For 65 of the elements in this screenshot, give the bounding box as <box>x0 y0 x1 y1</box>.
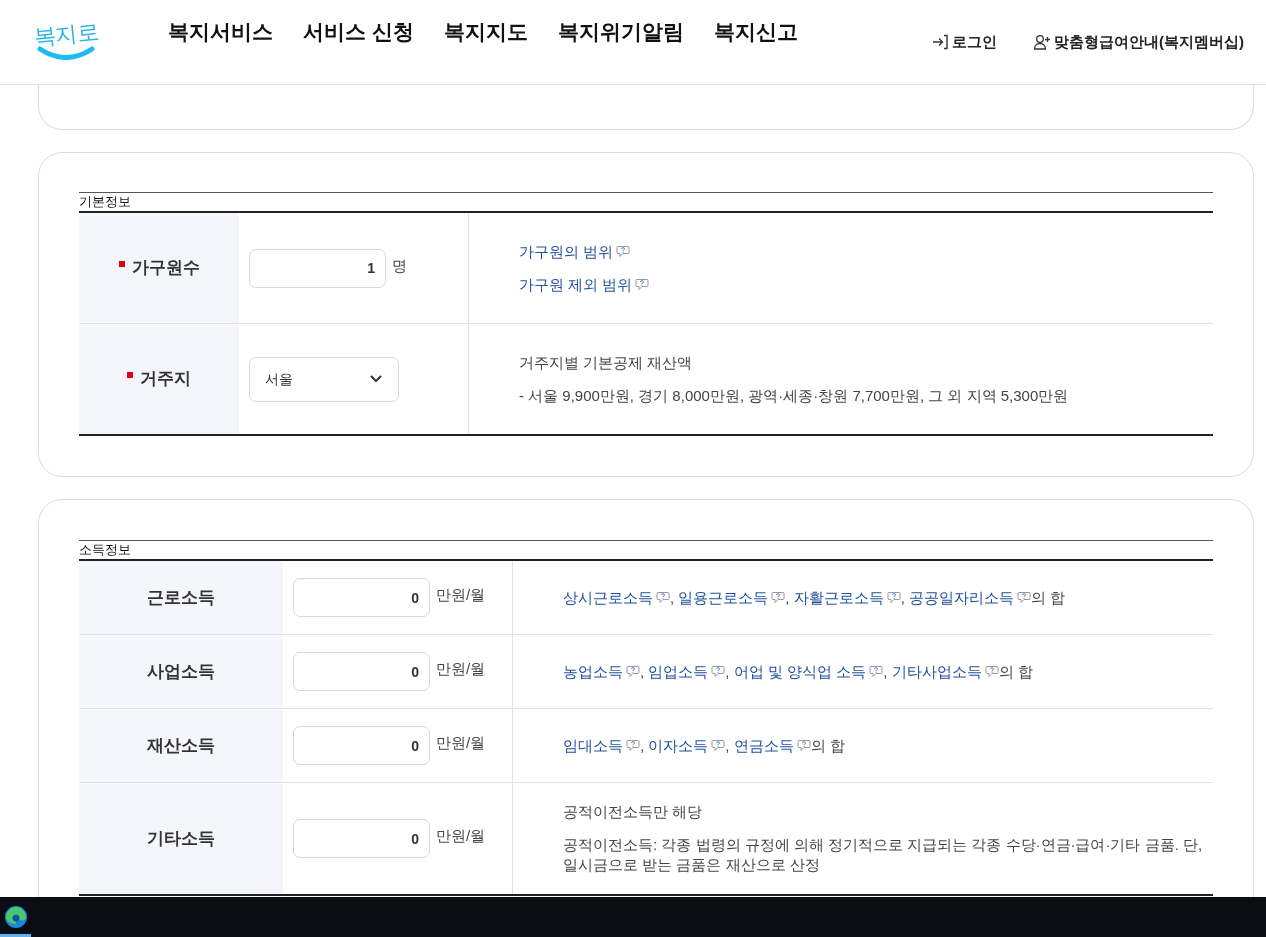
help-icon[interactable] <box>984 664 999 678</box>
help-icon[interactable] <box>1017 590 1032 604</box>
help-link[interactable]: 농업소득 <box>563 662 623 680</box>
help-icon[interactable] <box>771 590 786 604</box>
help-link[interactable]: 공공일자리소득 <box>909 588 1015 606</box>
help-icon[interactable] <box>886 590 901 604</box>
description-text: 상시근로소득 , 일용근로소득 , 자활근로소득 , 공공일자리소득 의 합 <box>563 587 1067 608</box>
nav-link[interactable]: 서비스 신청 <box>303 16 414 48</box>
help-icon[interactable] <box>796 738 811 752</box>
select-field[interactable]: 서울 <box>249 356 399 402</box>
input-field[interactable]: 0 <box>293 578 430 617</box>
nav-link[interactable]: 복지신고 <box>713 16 798 48</box>
help-link[interactable]: 일용근로소득 <box>678 588 769 606</box>
unit-text: 만원/월 <box>436 585 486 606</box>
input-field[interactable]: 1 <box>249 248 386 288</box>
description-text: 공적이전소득: 각종 법령의 규정에 의해 정기적으로 지급되는 각종 수당·연금·급여·기타 금품. 단, 일시금으로 받는 금품은 재산으로 산정 <box>563 836 1204 873</box>
help-icon[interactable] <box>626 738 640 752</box>
nav-link[interactable]: 복지위기알림 <box>557 16 684 48</box>
login-icon <box>931 33 949 51</box>
field-label: 재산소득 <box>147 734 215 757</box>
description-text: 임대소득 , 이자소득 , 연금소득 의 합 <box>563 735 846 756</box>
person-add-icon <box>1033 33 1051 51</box>
help-icon[interactable] <box>635 277 650 291</box>
description-text: 공적이전소득만 해당 <box>563 803 703 820</box>
field-label: 가구원수 <box>131 257 200 280</box>
field-label: 기타소득 <box>147 827 215 850</box>
help-icon[interactable] <box>711 738 726 752</box>
description-text: 농업소득 , 임업소득 , 어업 및 양식업 소득 , 기타사업소득 의 합 <box>563 661 1034 682</box>
section-title: 기본정보 <box>79 192 1213 211</box>
nav-link[interactable]: 복지서비스 <box>168 16 273 48</box>
field-label: 거주지 <box>140 368 191 391</box>
unit-text: 만원/월 <box>436 659 486 680</box>
unit-text: 명 <box>392 255 407 276</box>
field-label: 근로소득 <box>147 586 215 609</box>
nav-link[interactable]: 복지지도 <box>443 16 528 48</box>
active-indicator <box>0 934 31 937</box>
help-icon[interactable] <box>616 244 631 258</box>
description-text: 거주지별 기본공제 재산액 <box>519 353 693 371</box>
input-field[interactable]: 0 <box>293 819 430 858</box>
chevron-down-icon <box>369 374 383 384</box>
help-link[interactable]: 이자소득 <box>648 736 709 754</box>
help-link[interactable]: 상시근로소득 <box>563 588 653 606</box>
header-link[interactable]: 맞춤형급여안내(복지멤버십) <box>1033 30 1244 54</box>
help-icon[interactable] <box>656 590 670 604</box>
help-icon[interactable] <box>626 664 640 678</box>
description-text: - 서울 9,900만원, 경기 8,000만원, 광역·세종·창원 7,700만원, 그 외 지역 5,300만원 <box>519 386 1069 404</box>
help-link[interactable]: 임업소득 <box>648 662 709 680</box>
input-field[interactable]: 0 <box>293 652 430 691</box>
browser-icon[interactable] <box>3 905 28 929</box>
help-icon[interactable] <box>711 664 726 678</box>
help-link[interactable]: 가구원의 범위 <box>519 242 614 260</box>
field-label: 사업소득 <box>147 660 215 683</box>
smile-icon <box>37 46 95 60</box>
help-link[interactable]: 연금소득 <box>733 736 794 754</box>
input-field[interactable]: 0 <box>293 726 430 765</box>
help-link[interactable]: 가구원 제외 범위 <box>519 275 633 293</box>
help-icon[interactable] <box>869 664 884 678</box>
help-link[interactable]: 기타사업소득 <box>891 662 982 680</box>
help-link[interactable]: 어업 및 양식업 소득 <box>733 662 867 680</box>
help-link[interactable]: 임대소득 <box>563 736 623 754</box>
section-title: 소득정보 <box>79 540 1213 559</box>
unit-text: 만원/월 <box>436 826 486 847</box>
unit-text: 만원/월 <box>436 733 486 754</box>
help-link[interactable]: 자활근로소득 <box>793 588 884 606</box>
header-link[interactable]: 로그인 <box>931 30 997 54</box>
